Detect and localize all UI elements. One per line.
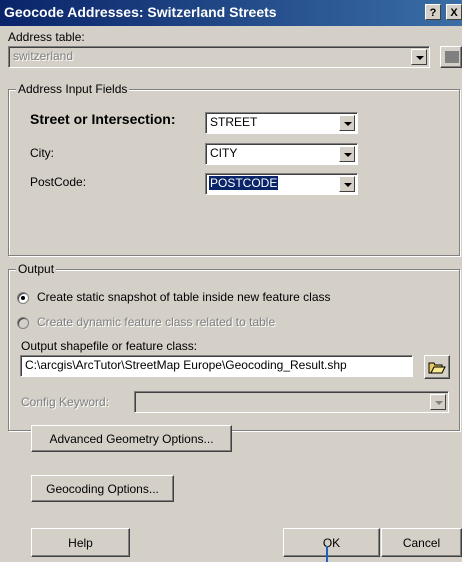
dynamic-feature-label: Create dynamic feature class related to … xyxy=(37,315,276,329)
static-snapshot-radio[interactable] xyxy=(17,292,29,304)
help-button[interactable]: Help xyxy=(31,528,130,557)
city-dropdown-button[interactable] xyxy=(339,146,355,162)
shapefile-input[interactable]: C:\arcgis\ArcTutor\StreetMap Europe\Geoc… xyxy=(20,355,413,377)
address-table-browse-button[interactable] xyxy=(440,46,462,68)
postcode-dropdown-button[interactable] xyxy=(339,176,355,192)
dynamic-feature-radio[interactable] xyxy=(17,317,29,329)
radio-selected-dot-icon xyxy=(21,296,25,300)
chevron-down-icon xyxy=(435,401,443,405)
help-title-button[interactable]: ? xyxy=(425,4,441,20)
address-table-value: switzerland xyxy=(13,49,74,63)
address-table-label: Address table: xyxy=(8,30,85,44)
chevron-down-icon xyxy=(344,153,352,157)
title-bar: Geocode Addresses: Switzerland Streets ?… xyxy=(0,0,462,26)
close-title-button[interactable]: X xyxy=(446,4,462,20)
postcode-field-combo[interactable]: POSTCODE xyxy=(205,173,358,195)
chevron-down-icon xyxy=(344,122,352,126)
city-field-value: CITY xyxy=(210,146,238,160)
static-snapshot-label[interactable]: Create static snapshot of table inside n… xyxy=(37,290,331,304)
folder-icon xyxy=(445,51,459,63)
street-field-value: STREET xyxy=(210,115,258,129)
window-title: Geocode Addresses: Switzerland Streets xyxy=(4,4,277,20)
city-field-combo[interactable]: CITY xyxy=(205,143,358,165)
geocoding-options-button[interactable]: Geocoding Options... xyxy=(31,475,174,502)
shapefile-browse-button[interactable] xyxy=(424,355,450,379)
config-keyword-combo[interactable] xyxy=(134,391,449,413)
street-field-combo[interactable]: STREET xyxy=(205,112,358,134)
config-keyword-dropdown-button[interactable] xyxy=(430,394,446,410)
shapefile-label: Output shapefile or feature class: xyxy=(21,339,198,353)
output-group-title: Output xyxy=(16,262,57,276)
shapefile-value: C:\arcgis\ArcTutor\StreetMap Europe\Geoc… xyxy=(25,358,347,372)
pointer-callout-line xyxy=(326,546,328,562)
cancel-button[interactable]: Cancel xyxy=(381,528,462,557)
chevron-down-icon xyxy=(344,183,352,187)
address-table-combo[interactable]: switzerland xyxy=(8,46,430,68)
postcode-label: PostCode: xyxy=(30,175,87,189)
advanced-geometry-options-button[interactable]: Advanced Geometry Options... xyxy=(31,425,232,452)
city-label: City: xyxy=(30,146,54,160)
chevron-down-icon xyxy=(416,56,424,60)
ok-button[interactable]: OK xyxy=(283,528,380,557)
street-label: Street or Intersection: xyxy=(30,111,176,127)
street-dropdown-button[interactable] xyxy=(339,115,355,131)
open-folder-icon xyxy=(428,362,446,374)
config-keyword-label: Config Keyword: xyxy=(21,395,110,409)
postcode-field-value: POSTCODE xyxy=(207,175,280,191)
address-table-dropdown-button[interactable] xyxy=(411,49,427,65)
address-input-group-title: Address Input Fields xyxy=(16,82,130,96)
